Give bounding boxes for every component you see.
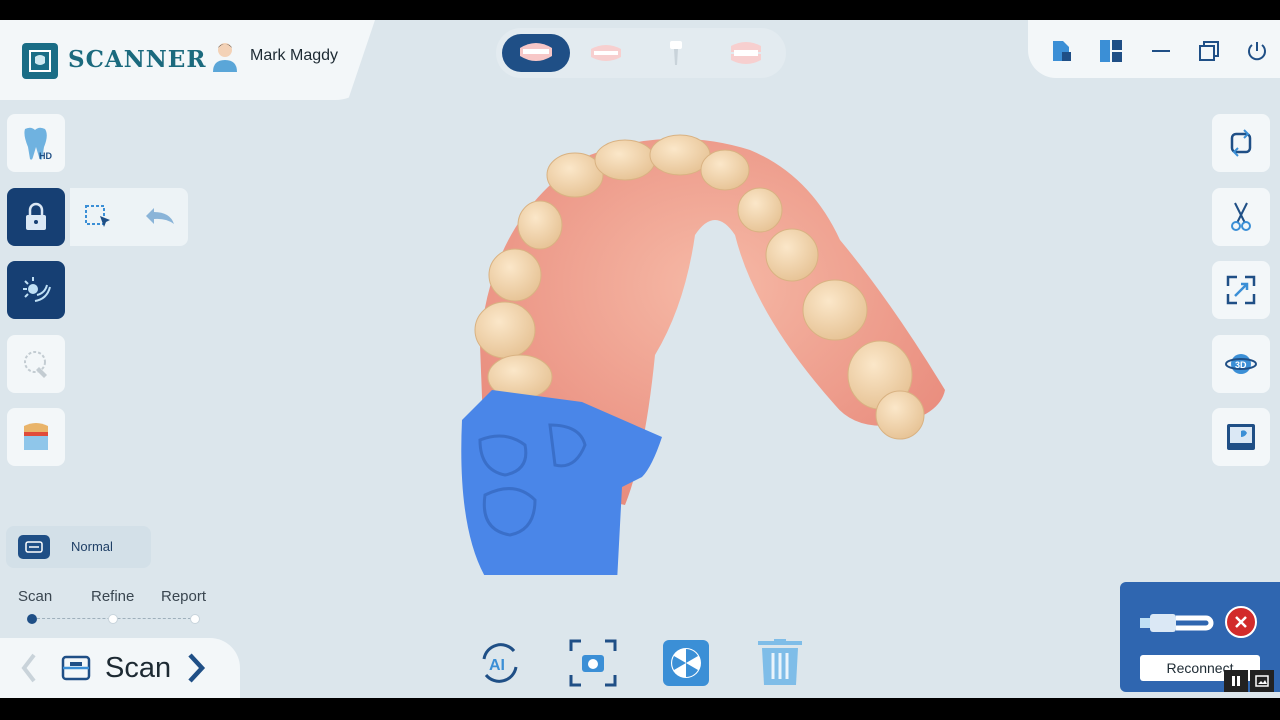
rotate-view-button[interactable] (1212, 114, 1270, 172)
scanner-icon (61, 655, 91, 681)
scissors-icon (1231, 202, 1251, 231)
monitor-button[interactable] (1212, 408, 1270, 466)
color-wheel-icon (663, 640, 709, 686)
bottom-nav: Scan (0, 638, 240, 698)
trash-icon (758, 639, 802, 685)
scan-mode-icon-wrap (60, 652, 92, 689)
logo-text: SCANNER (68, 46, 207, 73)
scanner-device-icon (1140, 614, 1214, 632)
implant-icon (670, 41, 682, 65)
shade-icon (24, 423, 48, 450)
minimize-button[interactable] (1148, 38, 1174, 64)
chevron-left-icon (21, 653, 36, 683)
picture-in-picture-icon[interactable] (1250, 670, 1274, 692)
pause-icon[interactable] (1224, 670, 1248, 692)
svg-text:AI: AI (489, 657, 505, 674)
dental-scan-model (461, 134, 945, 575)
layout-button[interactable] (1098, 38, 1124, 64)
step-dot-report (190, 614, 200, 624)
user-name: Mark Magdy (250, 47, 339, 64)
prev-step-button[interactable] (20, 652, 38, 689)
lower-jaw-icon (591, 45, 621, 61)
user-profile[interactable]: Mark Magdy (210, 40, 338, 72)
restore-button[interactable] (1196, 38, 1222, 64)
minimize-icon (1152, 50, 1170, 52)
layout-icon (1100, 40, 1122, 62)
hd-button[interactable]: HD (7, 114, 65, 172)
rotate-view-icon (1230, 129, 1252, 157)
header-left: SCANNER Mark Magdy (0, 20, 375, 100)
ai-scan-button[interactable]: AI (475, 638, 525, 688)
app-window: SCANNER Mark Magdy HD 3D Normal Scan Ref… (0, 20, 1280, 698)
step-dot-scan (27, 614, 37, 624)
fit-view-button[interactable] (1212, 261, 1270, 319)
scanbody-button[interactable] (7, 335, 65, 393)
mode-upper-jaw[interactable] (502, 34, 570, 72)
step-scan[interactable]: Scan (18, 588, 52, 605)
header-right (1028, 20, 1280, 78)
lock-icon (26, 202, 46, 230)
3d-view-icon: 3D (1225, 354, 1257, 374)
lock-button[interactable] (7, 188, 65, 246)
light-button[interactable] (7, 261, 65, 319)
color-wheel-button[interactable] (661, 638, 711, 688)
ai-scan-icon: AI (482, 643, 518, 683)
chevron-right-icon (188, 653, 206, 683)
avatar (213, 43, 237, 72)
step-report[interactable]: Report (161, 588, 206, 605)
select-region-button[interactable] (84, 204, 114, 235)
fit-view-icon (1226, 275, 1256, 305)
svg-text:HD: HD (39, 151, 52, 161)
nav-title: Scan (105, 652, 172, 684)
mode-lower-jaw[interactable] (572, 34, 640, 72)
document-icon (1053, 41, 1071, 61)
monitor-icon (1227, 424, 1255, 450)
step-refine[interactable]: Refine (91, 588, 134, 605)
light-icon (23, 277, 51, 302)
scan-mode-selector[interactable]: Normal (6, 526, 151, 568)
scissors-button[interactable] (1212, 188, 1270, 246)
next-step-button[interactable] (186, 652, 206, 689)
undo-icon (146, 208, 174, 224)
document-button[interactable] (1048, 38, 1074, 64)
trash-button[interactable] (755, 638, 805, 688)
capture-button[interactable] (568, 638, 618, 688)
bite-icon (731, 42, 761, 64)
mode-bite[interactable] (712, 34, 780, 72)
mode-icon (18, 535, 50, 559)
close-icon[interactable] (1225, 606, 1257, 638)
workflow-steps: Scan Refine Report (0, 586, 230, 626)
mode-implant[interactable] (642, 34, 710, 72)
capture-icon (569, 639, 617, 687)
scan-mode-label: Normal (71, 539, 113, 554)
upper-jaw-icon (520, 43, 552, 61)
svg-text:3D: 3D (1235, 360, 1247, 370)
hd-tooth-icon: HD (24, 127, 52, 161)
select-region-icon (85, 205, 110, 227)
power-icon (1248, 42, 1266, 61)
power-button[interactable] (1244, 38, 1270, 64)
lock-subtools (70, 188, 188, 246)
3d-view-button[interactable]: 3D (1212, 335, 1270, 393)
logo-icon (22, 43, 58, 79)
scanbody-icon (24, 351, 47, 378)
shade-button[interactable] (7, 408, 65, 466)
step-dot-refine (108, 614, 118, 624)
undo-button[interactable] (144, 206, 176, 233)
restore-icon (1199, 41, 1219, 61)
jaw-mode-selector (496, 28, 786, 78)
